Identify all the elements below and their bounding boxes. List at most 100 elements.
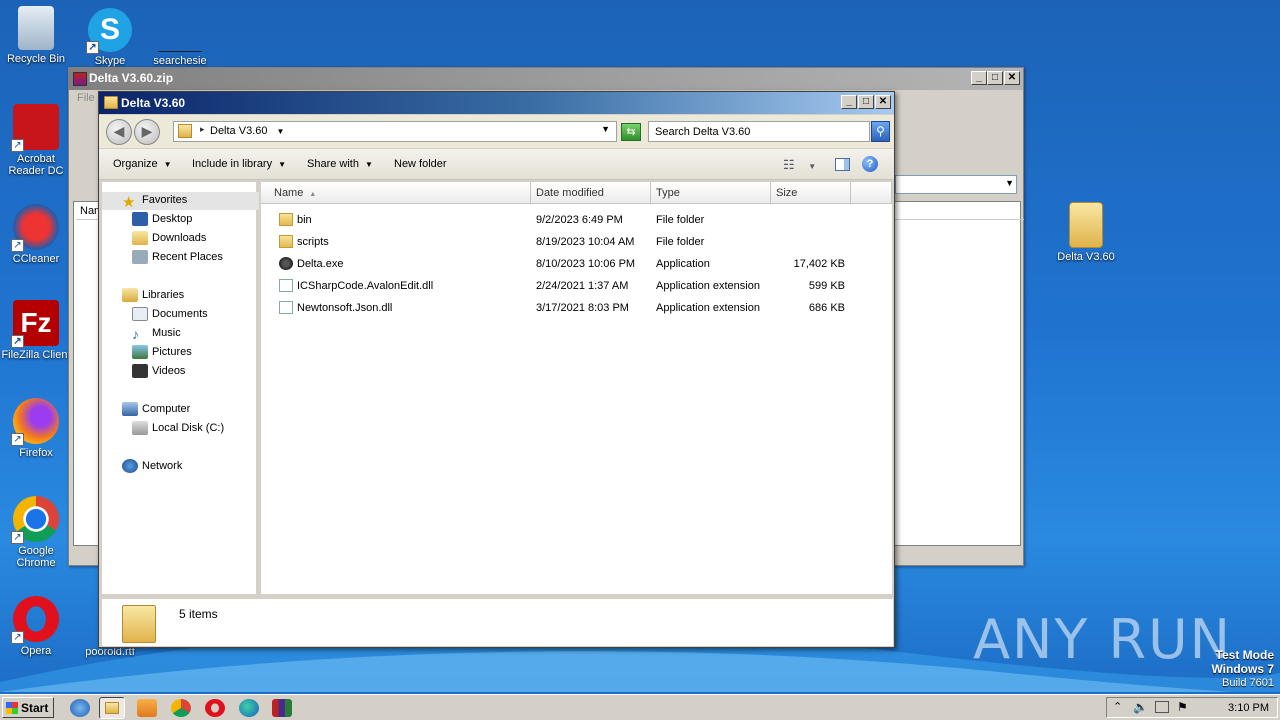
- preview-pane-icon[interactable]: [835, 158, 850, 171]
- address-dropdown-icon[interactable]: ▼: [601, 124, 610, 134]
- nav-libraries[interactable]: Libraries: [122, 288, 184, 302]
- winrar-path-dropdown[interactable]: ▼: [895, 175, 1017, 194]
- anyrun-watermark: ANY RUN: [973, 608, 1232, 671]
- ccleaner-icon: ↗: [11, 204, 59, 252]
- desktop-icon-delta-folder[interactable]: Delta V3.60: [1050, 202, 1122, 263]
- nav-desktop[interactable]: Desktop: [132, 212, 192, 226]
- nav-pictures[interactable]: Pictures: [132, 345, 192, 359]
- file-size: 686 KB: [808, 302, 845, 314]
- column-label: Name: [274, 187, 304, 199]
- address-bar[interactable]: ▸ Delta V3.60 ▼ ▼: [173, 121, 617, 142]
- file-list[interactable]: Name ▲ Date modified Type Size bin 9/2/20…: [261, 182, 892, 594]
- nav-local-disk[interactable]: Local Disk (C:): [132, 421, 224, 435]
- nav-label: Favorites: [142, 194, 188, 206]
- breadcrumb-separator-icon[interactable]: ▸: [200, 124, 205, 135]
- file-row[interactable]: ICSharpCode.AvalonEdit.dll 2/24/2021 1:3…: [261, 275, 892, 297]
- column-header-size[interactable]: Size: [771, 182, 851, 204]
- organize-button[interactable]: Organize ▼: [113, 158, 172, 170]
- winrar-icon[interactable]: [272, 699, 292, 717]
- nav-videos[interactable]: Videos: [132, 364, 185, 378]
- filezilla-icon: Fz ↗: [11, 300, 59, 348]
- explorer-window[interactable]: Delta V3.60 _ □ ✕ ◀ ▶ ▸ Delta V3.60 ▼ ▼ …: [98, 91, 895, 648]
- forward-button[interactable]: ▶: [134, 119, 160, 145]
- desktop-icon-ccleaner[interactable]: ↗ CCleaner: [0, 204, 72, 265]
- nav-favorites[interactable]: ★ Favorites: [122, 194, 188, 211]
- file-row[interactable]: bin 9/2/2023 6:49 PM File folder: [261, 209, 892, 231]
- column-header-date[interactable]: Date modified: [531, 182, 651, 204]
- column-header-type[interactable]: Type: [651, 182, 771, 204]
- close-button[interactable]: ✕: [875, 95, 891, 109]
- winrar-icon: [73, 72, 87, 86]
- menu-file[interactable]: File: [77, 92, 95, 104]
- refresh-icon[interactable]: ⇆: [621, 123, 641, 141]
- share-with-button[interactable]: Share with ▼: [307, 158, 373, 170]
- edge-icon[interactable]: [239, 699, 259, 717]
- start-button[interactable]: Start: [2, 697, 54, 718]
- search-input[interactable]: Search Delta V3.60: [648, 121, 870, 142]
- navigation-pane[interactable]: ★ Favorites Desktop Downloads Recent Plac…: [102, 182, 259, 594]
- desktop-icon-acrobat[interactable]: ↗ Acrobat Reader DC: [0, 104, 72, 177]
- new-folder-button[interactable]: New folder: [394, 158, 447, 170]
- nav-computer[interactable]: Computer: [122, 402, 190, 416]
- chevron-down-icon[interactable]: ▼: [1005, 178, 1014, 188]
- column-header-name[interactable]: Name ▲: [261, 182, 531, 204]
- desktop-icon-recycle-bin[interactable]: Recycle Bin: [0, 6, 72, 65]
- speaker-icon[interactable]: 🔈: [1133, 700, 1148, 714]
- desktop-icon-label: Acrobat Reader DC: [8, 153, 64, 177]
- show-hidden-icons-icon[interactable]: ⌃: [1113, 700, 1122, 713]
- include-in-library-button[interactable]: Include in library ▼: [192, 158, 286, 170]
- desktop-icon-searchesie[interactable]: searchesie: [144, 30, 216, 67]
- nav-label: Downloads: [152, 232, 207, 244]
- file-date: 8/19/2023 10:04 AM: [536, 236, 635, 248]
- file-row[interactable]: scripts 8/19/2023 10:04 AM File folder: [261, 231, 892, 253]
- desktop-icon-label: Google Chrome: [16, 545, 56, 569]
- change-view-icon[interactable]: ☷ ▼: [783, 157, 816, 173]
- nav-network[interactable]: Network: [122, 459, 182, 473]
- folder-icon: [1069, 202, 1103, 248]
- chevron-down-icon[interactable]: ▼: [277, 127, 285, 136]
- maximize-button[interactable]: □: [987, 71, 1003, 85]
- file-name: Delta.exe: [297, 258, 344, 270]
- nav-recent-places[interactable]: Recent Places: [132, 250, 223, 264]
- action-center-flag-icon[interactable]: ⚑: [1177, 700, 1188, 714]
- clock[interactable]: 3:10 PM: [1228, 702, 1269, 714]
- help-icon[interactable]: ?: [862, 156, 878, 172]
- breadcrumb[interactable]: Delta V3.60: [210, 125, 267, 137]
- chrome-icon: ↗: [11, 496, 59, 544]
- column-header-spacer: [851, 182, 892, 204]
- application-icon: [279, 257, 293, 270]
- recycle-bin-icon: [18, 6, 54, 50]
- network-tray-icon[interactable]: [1155, 701, 1169, 713]
- desktop-icon-label: CCleaner: [12, 253, 60, 265]
- folder-icon: [178, 124, 192, 138]
- explorer-titlebar[interactable]: Delta V3.60 _ □ ✕: [99, 92, 894, 114]
- desktop-icon-firefox[interactable]: ↗ Firefox: [0, 398, 72, 459]
- desktop-icon-filezilla[interactable]: Fz ↗ FileZilla Client: [0, 300, 72, 361]
- pictures-icon: [132, 345, 148, 359]
- nav-label: Documents: [152, 308, 208, 320]
- desktop-icon-skype[interactable]: S ↗ Skype: [74, 8, 146, 67]
- nav-music[interactable]: ♪ Music: [132, 326, 181, 342]
- back-button[interactable]: ◀: [106, 119, 132, 145]
- file-row[interactable]: Newtonsoft.Json.dll 3/17/2021 8:03 PM Ap…: [261, 297, 892, 319]
- maximize-button[interactable]: □: [858, 95, 874, 109]
- winrar-title: Delta V3.60.zip: [89, 71, 174, 85]
- nav-downloads[interactable]: Downloads: [132, 231, 207, 245]
- minimize-button[interactable]: _: [971, 71, 987, 85]
- search-icon[interactable]: ⚲: [871, 121, 890, 142]
- skype-icon: S ↗: [86, 8, 132, 54]
- opera-icon[interactable]: [205, 699, 225, 717]
- desktop-icon-label: Skype: [94, 55, 126, 67]
- internet-explorer-icon[interactable]: [70, 699, 90, 717]
- chrome-icon[interactable]: [171, 699, 191, 717]
- desktop-icon-chrome[interactable]: ↗ Google Chrome: [0, 496, 72, 569]
- media-player-icon[interactable]: [137, 699, 157, 717]
- desktop-icon-opera[interactable]: ↗ Opera: [0, 596, 72, 657]
- nav-documents[interactable]: Documents: [132, 307, 208, 321]
- file-row[interactable]: Delta.exe 8/10/2023 10:06 PM Application…: [261, 253, 892, 275]
- file-date: 2/24/2021 1:37 AM: [536, 280, 629, 292]
- winrar-titlebar[interactable]: Delta V3.60.zip _ □ ✕: [69, 68, 1023, 90]
- close-button[interactable]: ✕: [1004, 71, 1020, 85]
- minimize-button[interactable]: _: [841, 95, 857, 109]
- explorer-taskbar-button[interactable]: [99, 697, 125, 719]
